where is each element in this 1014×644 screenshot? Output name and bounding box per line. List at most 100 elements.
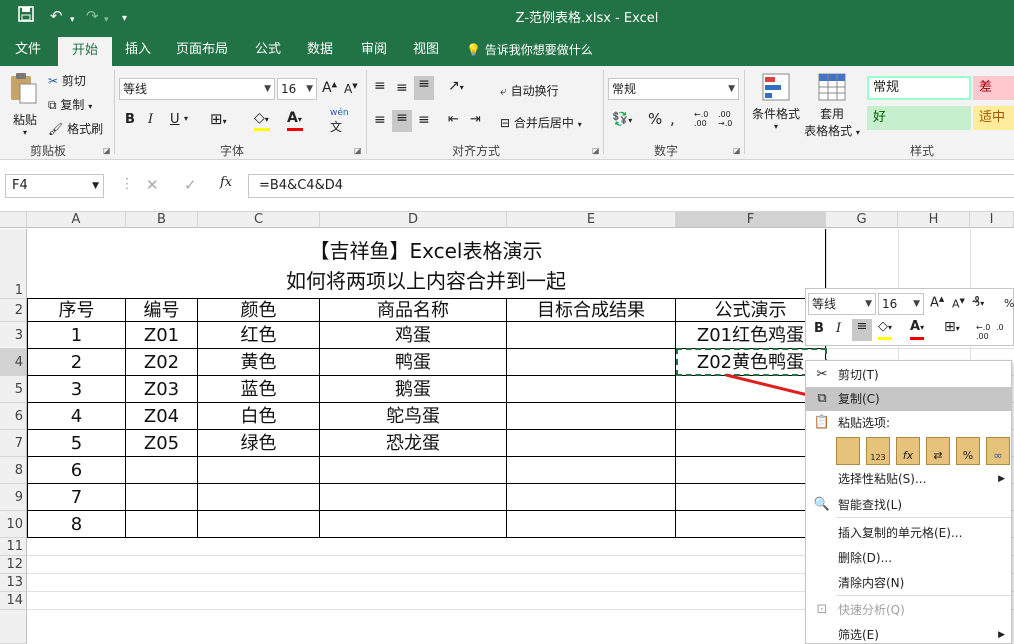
cell-color[interactable] bbox=[198, 511, 320, 538]
align-center-icon[interactable]: ≡ bbox=[392, 110, 412, 132]
underline-button[interactable]: U bbox=[170, 112, 180, 127]
style-neutral[interactable]: 适中 bbox=[973, 106, 1014, 130]
cell-color[interactable] bbox=[198, 484, 320, 511]
cell-code[interactable] bbox=[126, 511, 198, 538]
mini-bold-button[interactable]: B bbox=[814, 321, 824, 336]
orientation-icon[interactable]: ↗▾ bbox=[448, 78, 464, 94]
copy-button[interactable]: ⧉ 复制 ▾ bbox=[48, 96, 92, 113]
style-normal[interactable]: 常规 bbox=[867, 76, 971, 100]
menu-item-cut[interactable]: ✂ 剪切(T) bbox=[806, 363, 1011, 387]
bold-button[interactable]: B bbox=[125, 112, 135, 127]
increase-decimal-icon[interactable]: ←.0.00 bbox=[694, 110, 708, 128]
row-header[interactable]: 12 bbox=[0, 556, 27, 574]
paste-formulas-icon[interactable]: fx bbox=[896, 437, 920, 465]
font-launcher-icon[interactable]: ◪ bbox=[354, 146, 362, 155]
mini-center-icon[interactable]: ≡ bbox=[852, 319, 872, 341]
number-format-select[interactable]: 常规 ▼ bbox=[608, 78, 739, 100]
decrease-indent-icon[interactable]: ⇤ bbox=[448, 112, 459, 127]
paste-transpose-icon[interactable]: ⇄ bbox=[926, 437, 950, 465]
cell-product[interactable]: 鹅蛋 bbox=[320, 376, 507, 403]
cell-target[interactable] bbox=[507, 457, 676, 484]
align-middle-icon[interactable]: ≡ bbox=[396, 80, 408, 96]
cell-product[interactable]: 鸵鸟蛋 bbox=[320, 403, 507, 430]
cell-no[interactable]: 2 bbox=[27, 349, 126, 376]
cell-code[interactable]: Z04 bbox=[126, 403, 198, 430]
column-header-a[interactable]: A bbox=[27, 212, 126, 228]
menu-item-insert-copied[interactable]: 插入复制的单元格(E)... bbox=[806, 521, 1011, 545]
menu-item-smart-lookup[interactable]: 🔍 智能查找(L) bbox=[806, 493, 1011, 517]
fill-color-icon[interactable]: ◇▾ bbox=[254, 110, 270, 131]
font-color-icon[interactable]: A▾ bbox=[287, 110, 303, 131]
column-header-c[interactable]: C bbox=[198, 212, 320, 228]
menu-item-copy[interactable]: ⧉ 复制(C) bbox=[806, 387, 1011, 411]
mini-fill-color-icon[interactable]: ◇▾ bbox=[878, 319, 892, 340]
column-header-g[interactable]: G bbox=[826, 212, 898, 228]
menu-item-delete[interactable]: 删除(D)... bbox=[806, 546, 1011, 570]
column-header-e[interactable]: E bbox=[507, 212, 676, 228]
align-top-icon[interactable]: ≡ bbox=[374, 78, 386, 94]
increase-font-icon[interactable]: A▲ bbox=[322, 80, 337, 96]
mini-increase-decimal-icon[interactable]: ←.0.00 bbox=[976, 323, 990, 341]
tab-home[interactable]: 开始 bbox=[58, 37, 112, 66]
align-left-icon[interactable]: ≡ bbox=[374, 112, 386, 128]
column-header-f[interactable]: F bbox=[676, 212, 826, 228]
cell-target[interactable] bbox=[507, 376, 676, 403]
merge-center-button[interactable]: ⊟ 合并后居中 ▾ bbox=[500, 114, 582, 131]
mini-font-color-icon[interactable]: A▾ bbox=[910, 319, 924, 340]
row-header[interactable]: 8 bbox=[0, 457, 27, 484]
enter-icon[interactable]: ✓ bbox=[184, 176, 197, 194]
row-header[interactable]: 1 bbox=[0, 229, 27, 299]
menu-item-quick-analysis[interactable]: ⊡ 快速分析(Q) bbox=[806, 598, 1011, 622]
conditional-formatting-button[interactable]: 条件格式 ▾ bbox=[750, 72, 802, 131]
paste-values-icon[interactable]: 123 bbox=[866, 437, 890, 465]
column-header-i[interactable]: I bbox=[970, 212, 1014, 228]
row-header[interactable]: 2 bbox=[0, 299, 27, 322]
row-header[interactable]: 5 bbox=[0, 376, 27, 403]
mini-border-icon[interactable]: ⊞▾ bbox=[944, 319, 960, 335]
font-name-select[interactable]: 等线 ▼ bbox=[119, 78, 275, 100]
border-icon[interactable]: ⊞▾ bbox=[210, 110, 227, 128]
cell-target[interactable] bbox=[507, 511, 676, 538]
percent-button[interactable]: % bbox=[648, 110, 662, 128]
header-cell-target[interactable]: 目标合成结果 bbox=[507, 299, 676, 322]
style-bad[interactable]: 差 bbox=[973, 76, 1014, 100]
cell-color[interactable]: 红色 bbox=[198, 322, 320, 349]
cell-no[interactable]: 5 bbox=[27, 430, 126, 457]
header-cell-color[interactable]: 颜色 bbox=[198, 299, 320, 322]
cancel-icon[interactable]: ✕ bbox=[146, 176, 159, 194]
phonetic-icon[interactable]: wén 文 bbox=[330, 108, 349, 135]
sheet-title-cell[interactable]: 【吉祥鱼】Excel表格演示 如何将两项以上内容合并到一起 bbox=[27, 229, 826, 299]
format-as-table-button[interactable]: 套用 表格格式 ▾ bbox=[802, 72, 862, 139]
cell-code[interactable] bbox=[126, 484, 198, 511]
cell-product[interactable]: 鸭蛋 bbox=[320, 349, 507, 376]
paste-default-icon[interactable] bbox=[836, 437, 860, 465]
cell-product[interactable] bbox=[320, 484, 507, 511]
row-header[interactable]: 10 bbox=[0, 511, 27, 538]
cell-product[interactable] bbox=[320, 457, 507, 484]
row-header[interactable]: 3 bbox=[0, 322, 27, 349]
cell-code[interactable] bbox=[126, 457, 198, 484]
row-header[interactable]: 13 bbox=[0, 574, 27, 592]
cell-product[interactable]: 鸡蛋 bbox=[320, 322, 507, 349]
cell-formula[interactable]: Z01红色鸡蛋 bbox=[676, 322, 826, 349]
cell-target[interactable] bbox=[507, 322, 676, 349]
row-header[interactable]: 14 bbox=[0, 592, 27, 610]
cell-target[interactable] bbox=[507, 430, 676, 457]
tab-page-layout[interactable]: 页面布局 bbox=[168, 34, 236, 66]
mini-number-format-icon[interactable]: ₰▾ bbox=[972, 295, 984, 310]
format-painter-button[interactable]: 🖌 格式刷 bbox=[48, 120, 103, 137]
mini-italic-button[interactable]: I bbox=[836, 321, 841, 336]
mini-percent-icon[interactable]: % bbox=[1004, 297, 1014, 310]
name-box[interactable]: F4 ▼ bbox=[5, 174, 104, 198]
style-good[interactable]: 好 bbox=[867, 106, 971, 130]
cell-no[interactable]: 6 bbox=[27, 457, 126, 484]
cell-color[interactable]: 绿色 bbox=[198, 430, 320, 457]
increase-indent-icon[interactable]: ⇥ bbox=[470, 112, 481, 127]
cell-formula[interactable] bbox=[676, 511, 826, 538]
comma-style-icon[interactable]: , bbox=[670, 110, 675, 128]
cell-no[interactable]: 7 bbox=[27, 484, 126, 511]
tab-data[interactable]: 数据 bbox=[298, 34, 342, 66]
decrease-decimal-icon[interactable]: .00 →.0 bbox=[718, 110, 732, 128]
header-cell-code[interactable]: 编号 bbox=[126, 299, 198, 322]
cell-color[interactable] bbox=[198, 457, 320, 484]
